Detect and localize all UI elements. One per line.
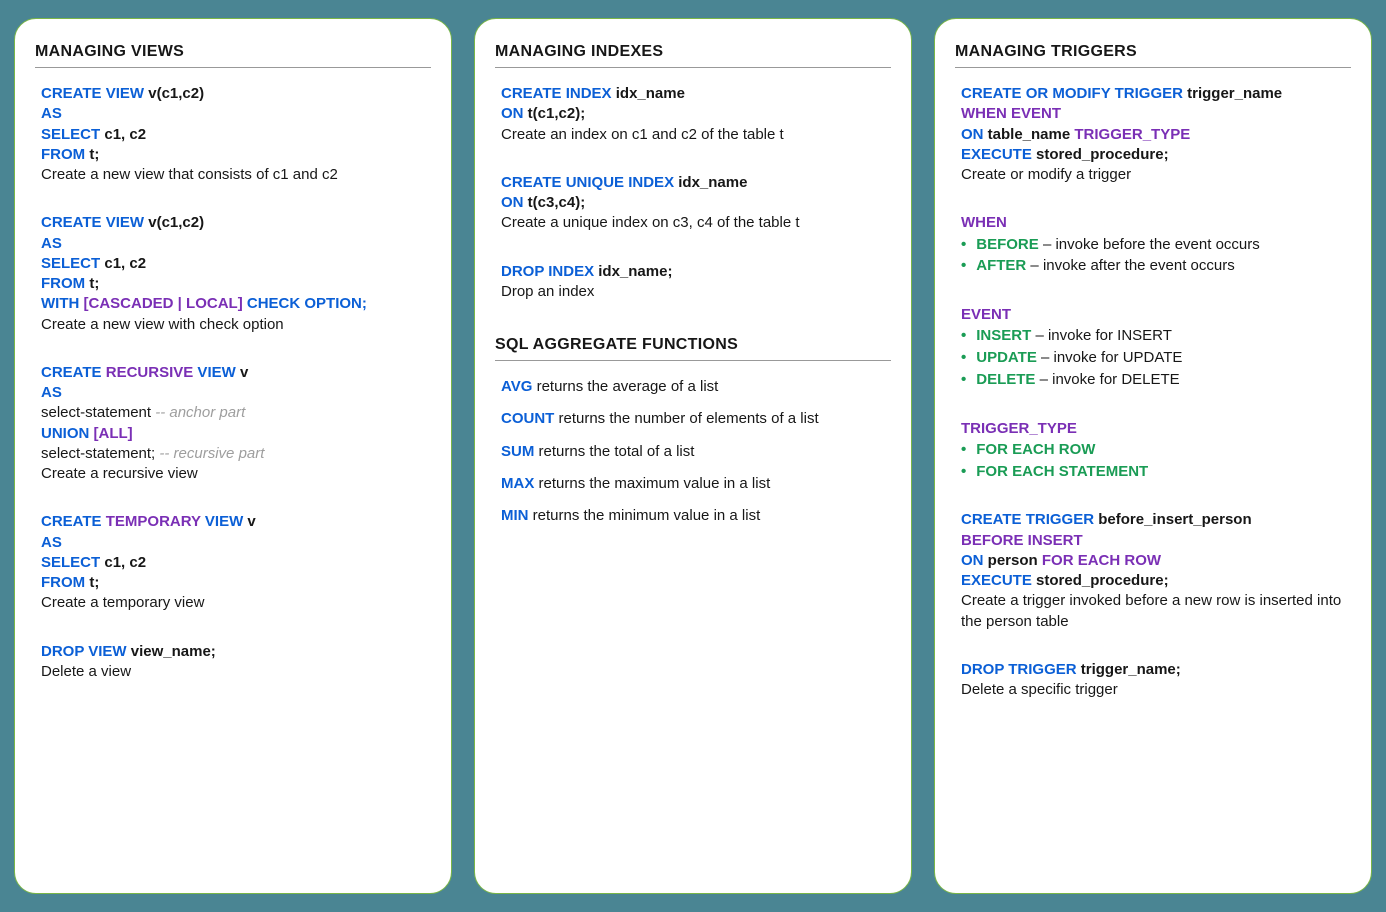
code-block-create-view: CREATE VIEW v(c1,c2) AS SELECT c1, c2 FR… bbox=[35, 84, 431, 185]
agg-avg: AVG returns the average of a list bbox=[495, 377, 891, 397]
code-block-drop-view: DROP VIEW view_name; Delete a view bbox=[35, 642, 431, 683]
section-title-aggregate: SQL AGGREGATE FUNCTIONS bbox=[495, 336, 891, 361]
code-block-create-index: CREATE INDEX idx_name ON t(c1,c2); Creat… bbox=[495, 84, 891, 145]
card-views: MANAGING VIEWS CREATE VIEW v(c1,c2) AS S… bbox=[14, 18, 452, 894]
code-block-create-modify-trigger: CREATE OR MODIFY TRIGGER trigger_name WH… bbox=[955, 84, 1351, 185]
bullet-update: •UPDATE – invoke for UPDATE bbox=[961, 347, 1351, 369]
bullet-insert: •INSERT – invoke for INSERT bbox=[961, 325, 1351, 347]
bullet-delete: •DELETE – invoke for DELETE bbox=[961, 369, 1351, 391]
card-indexes: MANAGING INDEXES CREATE INDEX idx_name O… bbox=[474, 18, 912, 894]
trigger-type-list: TRIGGER_TYPE •FOR EACH ROW •FOR EACH STA… bbox=[955, 419, 1351, 483]
agg-max: MAX returns the maximum value in a list bbox=[495, 474, 891, 494]
bullet-each-row: •FOR EACH ROW bbox=[961, 439, 1351, 461]
bullet-after: •AFTER – invoke after the event occurs bbox=[961, 255, 1351, 277]
section-title-indexes: MANAGING INDEXES bbox=[495, 43, 891, 68]
code-block-drop-trigger: DROP TRIGGER trigger_name; Delete a spec… bbox=[955, 660, 1351, 701]
bullet-each-stmt: •FOR EACH STATEMENT bbox=[961, 461, 1351, 483]
code-block-create-recursive-view: CREATE RECURSIVE VIEW v AS select-statem… bbox=[35, 363, 431, 485]
code-block-create-trigger-example: CREATE TRIGGER before_insert_person BEFO… bbox=[955, 510, 1351, 632]
agg-min: MIN returns the minimum value in a list bbox=[495, 506, 891, 526]
event-list: EVENT •INSERT – invoke for INSERT •UPDAT… bbox=[955, 305, 1351, 391]
card-triggers: MANAGING TRIGGERS CREATE OR MODIFY TRIGG… bbox=[934, 18, 1372, 894]
section-title-triggers: MANAGING TRIGGERS bbox=[955, 43, 1351, 68]
code-block-create-temp-view: CREATE TEMPORARY VIEW v AS SELECT c1, c2… bbox=[35, 512, 431, 613]
bullet-before: •BEFORE – invoke before the event occurs bbox=[961, 234, 1351, 256]
agg-count: COUNT returns the number of elements of … bbox=[495, 409, 891, 429]
agg-sum: SUM returns the total of a list bbox=[495, 442, 891, 462]
code-block-drop-index: DROP INDEX idx_name; Drop an index bbox=[495, 262, 891, 303]
code-block-create-unique-index: CREATE UNIQUE INDEX idx_name ON t(c3,c4)… bbox=[495, 173, 891, 234]
code-block-create-view-check: CREATE VIEW v(c1,c2) AS SELECT c1, c2 FR… bbox=[35, 213, 431, 335]
when-list: WHEN •BEFORE – invoke before the event o… bbox=[955, 213, 1351, 277]
section-title-views: MANAGING VIEWS bbox=[35, 43, 431, 68]
